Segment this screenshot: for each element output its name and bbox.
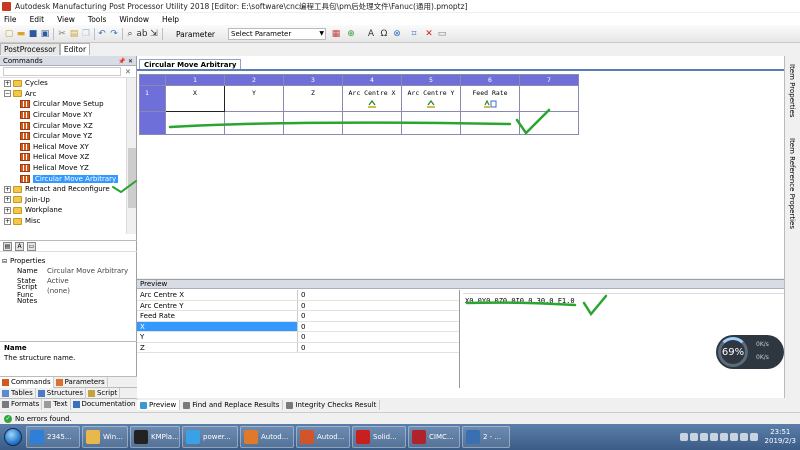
green-annotation-marks: [112, 108, 608, 317]
